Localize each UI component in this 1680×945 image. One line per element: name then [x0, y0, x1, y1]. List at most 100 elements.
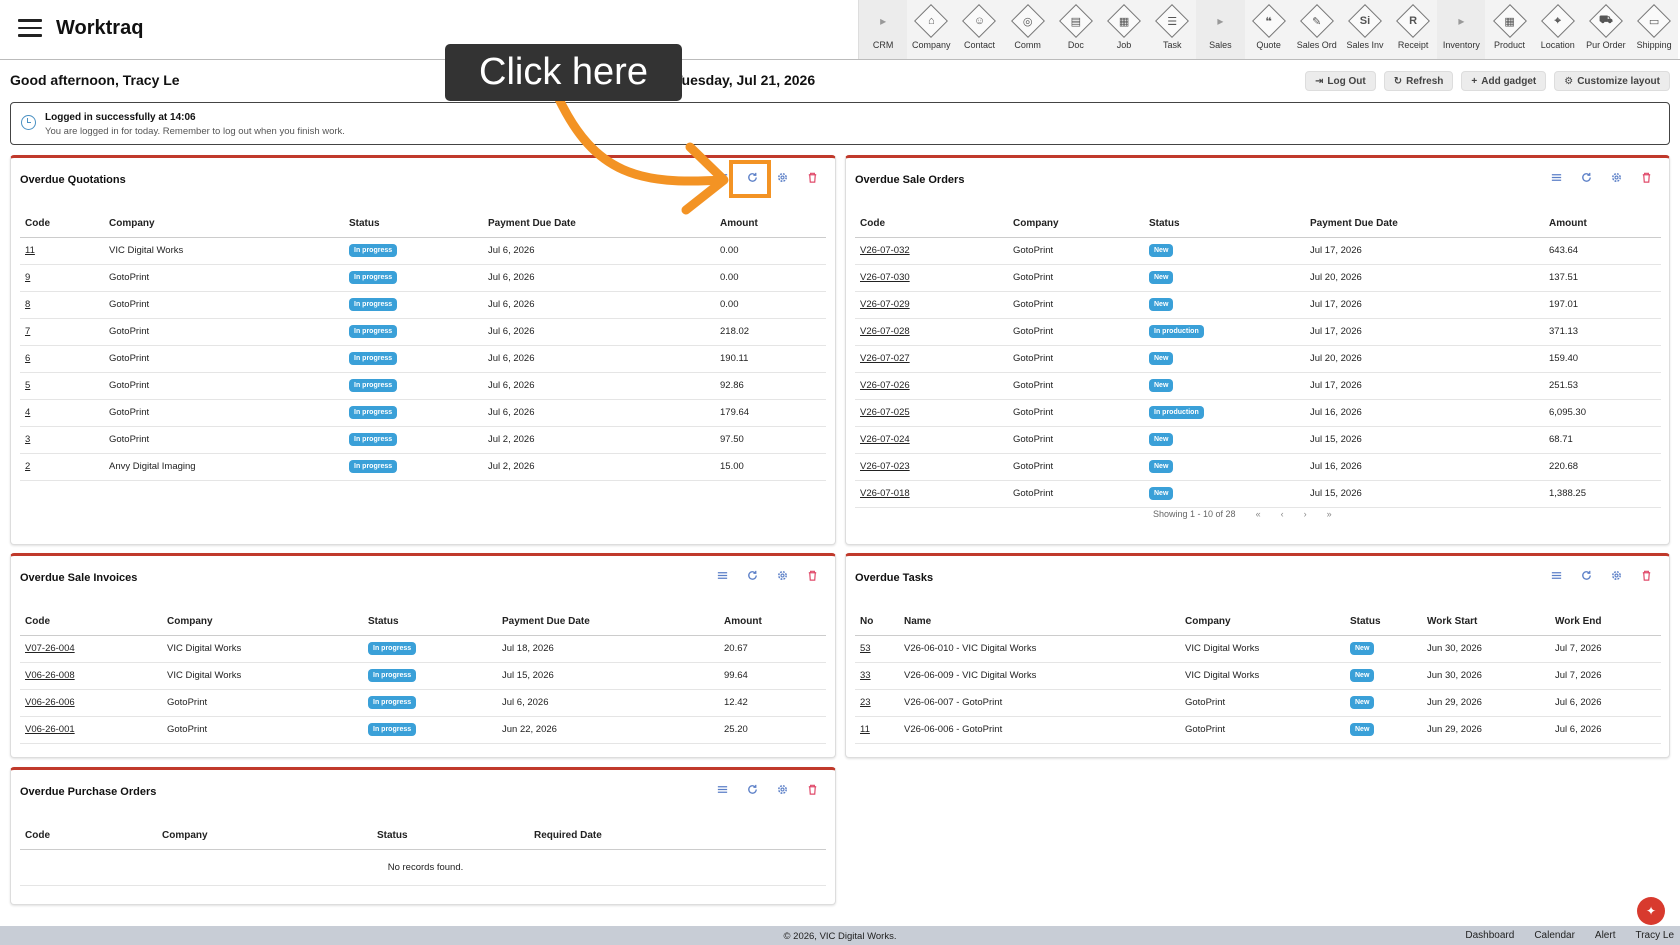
gadget-refresh-button[interactable]: [743, 568, 761, 586]
record-link[interactable]: V06-26-006: [25, 697, 75, 708]
gadget-settings-button[interactable]: [773, 170, 791, 188]
table-row[interactable]: 5 GotoPrint In progress Jul 6, 2026 92.86: [20, 372, 826, 400]
record-link[interactable]: 4: [25, 407, 30, 418]
module-sales[interactable]: ▸ Sales: [1196, 0, 1245, 59]
footer-link-user[interactable]: Tracy Le: [1635, 930, 1674, 941]
table-row[interactable]: 11 V26-06-006 - GotoPrint GotoPrint New Jun …: [855, 716, 1661, 744]
column-header-company[interactable]: Company: [162, 608, 363, 636]
record-link[interactable]: 5: [25, 380, 30, 391]
record-link[interactable]: 23: [860, 697, 871, 708]
column-header-company[interactable]: Company: [157, 822, 372, 850]
gadget-settings-button[interactable]: [1607, 568, 1625, 586]
table-row[interactable]: 11 VIC Digital Works In progress Jul 6, 202…: [20, 237, 826, 265]
record-link[interactable]: V26-07-018: [860, 488, 910, 499]
gadget-settings-button[interactable]: [1607, 170, 1625, 188]
module-receipt[interactable]: R Receipt: [1389, 0, 1437, 59]
column-header-company[interactable]: Company: [1008, 210, 1144, 238]
column-header-name[interactable]: Name: [899, 608, 1180, 636]
column-header-code[interactable]: Code: [20, 608, 162, 636]
module-sales-ord[interactable]: ✎ Sales Ord: [1293, 0, 1341, 59]
pager-first-button[interactable]: «: [1256, 509, 1261, 519]
record-link[interactable]: V26-07-027: [860, 353, 910, 364]
record-link[interactable]: V26-07-026: [860, 380, 910, 391]
column-header-amount[interactable]: Amount: [715, 210, 826, 238]
column-header-work-start[interactable]: Work Start: [1422, 608, 1550, 636]
column-header-payment-due-date[interactable]: Payment Due Date: [497, 608, 719, 636]
record-link[interactable]: 9: [25, 272, 30, 283]
module-company[interactable]: ⌂ Company: [907, 0, 955, 59]
module-sales-inv[interactable]: Si Sales Inv: [1341, 0, 1389, 59]
gadget-list-button[interactable]: [713, 782, 731, 800]
record-link[interactable]: 6: [25, 353, 30, 364]
record-link[interactable]: V26-07-028: [860, 326, 910, 337]
record-link[interactable]: V07-26-004: [25, 643, 75, 654]
table-row[interactable]: V07-26-004 VIC Digital Works In progress Ju…: [20, 635, 826, 663]
gadget-delete-button[interactable]: [803, 782, 821, 800]
record-link[interactable]: V26-07-032: [860, 245, 910, 256]
module-comm[interactable]: ◎ Comm: [1004, 0, 1052, 59]
table-row[interactable]: 7 GotoPrint In progress Jul 6, 2026 218.02: [20, 318, 826, 346]
record-link[interactable]: 11: [860, 724, 870, 735]
module-task[interactable]: ☰ Task: [1148, 0, 1196, 59]
table-row[interactable]: V26-07-026 GotoPrint New Jul 17, 2026 251.53: [855, 372, 1661, 400]
table-row[interactable]: 6 GotoPrint In progress Jul 6, 2026 190.11: [20, 345, 826, 373]
add-gadget-button[interactable]: + Add gadget: [1461, 71, 1547, 91]
record-link[interactable]: V26-07-030: [860, 272, 910, 283]
hamburger-menu-icon[interactable]: [18, 19, 42, 37]
table-row[interactable]: 23 V26-06-007 - GotoPrint GotoPrint New Jun …: [855, 689, 1661, 717]
table-row[interactable]: V26-07-029 GotoPrint New Jul 17, 2026 197.01: [855, 291, 1661, 319]
sparkle-action-button[interactable]: ✦: [1637, 897, 1665, 925]
module-crm[interactable]: ▸ CRM: [859, 0, 908, 59]
table-row[interactable]: V06-26-001 GotoPrint In progress Jun 22, 20…: [20, 716, 826, 744]
module-location[interactable]: ⌖ Location: [1534, 0, 1582, 59]
table-row[interactable]: V26-07-027 GotoPrint New Jul 20, 2026 159.40: [855, 345, 1661, 373]
column-header-work-end[interactable]: Work End: [1550, 608, 1661, 636]
table-row[interactable]: V26-07-025 GotoPrint In production Jul 16, …: [855, 399, 1661, 427]
column-header-status[interactable]: Status: [1144, 210, 1305, 238]
pager-prev-button[interactable]: ‹: [1281, 509, 1284, 519]
gadget-delete-button[interactable]: [1637, 170, 1655, 188]
logout-button[interactable]: ⇥ Log Out: [1305, 71, 1376, 91]
table-row[interactable]: V06-26-006 GotoPrint In progress Jul 6, 202…: [20, 689, 826, 717]
column-header-amount[interactable]: Amount: [1544, 210, 1661, 238]
record-link[interactable]: V26-07-025: [860, 407, 910, 418]
refresh-button[interactable]: ↻ Refresh: [1383, 71, 1454, 91]
module-doc[interactable]: ▤ Doc: [1052, 0, 1100, 59]
module-job[interactable]: ▦ Job: [1100, 0, 1148, 59]
module-quote[interactable]: ❝ Quote: [1245, 0, 1293, 59]
column-header-payment-due-date[interactable]: Payment Due Date: [483, 210, 715, 238]
pager-last-button[interactable]: »: [1327, 509, 1332, 519]
gadget-delete-button[interactable]: [803, 170, 821, 188]
record-link[interactable]: 7: [25, 326, 30, 337]
record-link[interactable]: 3: [25, 434, 30, 445]
gadget-refresh-button[interactable]: [743, 782, 761, 800]
gadget-list-button[interactable]: [713, 568, 731, 586]
column-header-status[interactable]: Status: [363, 608, 497, 636]
module-product[interactable]: ▦ Product: [1485, 0, 1533, 59]
record-link[interactable]: V26-07-029: [860, 299, 910, 310]
gadget-list-button[interactable]: [1547, 568, 1565, 586]
record-link[interactable]: V26-07-023: [860, 461, 910, 472]
column-header-required-date[interactable]: Required Date: [529, 822, 826, 850]
column-header-status[interactable]: Status: [1345, 608, 1422, 636]
table-row[interactable]: V26-07-024 GotoPrint New Jul 15, 2026 68.71: [855, 426, 1661, 454]
table-row[interactable]: V06-26-008 VIC Digital Works In progress Ju…: [20, 662, 826, 690]
column-header-status[interactable]: Status: [372, 822, 529, 850]
record-link[interactable]: V26-07-024: [860, 434, 910, 445]
gadget-list-button[interactable]: [1547, 170, 1565, 188]
column-header-amount[interactable]: Amount: [719, 608, 826, 636]
record-link[interactable]: 33: [860, 670, 871, 681]
table-row[interactable]: 8 GotoPrint In progress Jul 6, 2026 0.00: [20, 291, 826, 319]
column-header-company[interactable]: Company: [104, 210, 344, 238]
footer-link-dashboard[interactable]: Dashboard: [1465, 930, 1514, 941]
column-header-code[interactable]: Code: [20, 210, 104, 238]
table-row[interactable]: V26-07-018 GotoPrint New Jul 15, 2026 1,388.…: [855, 480, 1661, 508]
record-link[interactable]: 8: [25, 299, 30, 310]
record-link[interactable]: 2: [25, 461, 30, 472]
column-header-status[interactable]: Status: [344, 210, 483, 238]
module-shipping[interactable]: ▭ Shipping: [1630, 0, 1678, 59]
footer-link-calendar[interactable]: Calendar: [1534, 930, 1575, 941]
gadget-settings-button[interactable]: [773, 568, 791, 586]
column-header-code[interactable]: Code: [855, 210, 1008, 238]
gadget-refresh-button[interactable]: [1577, 170, 1595, 188]
